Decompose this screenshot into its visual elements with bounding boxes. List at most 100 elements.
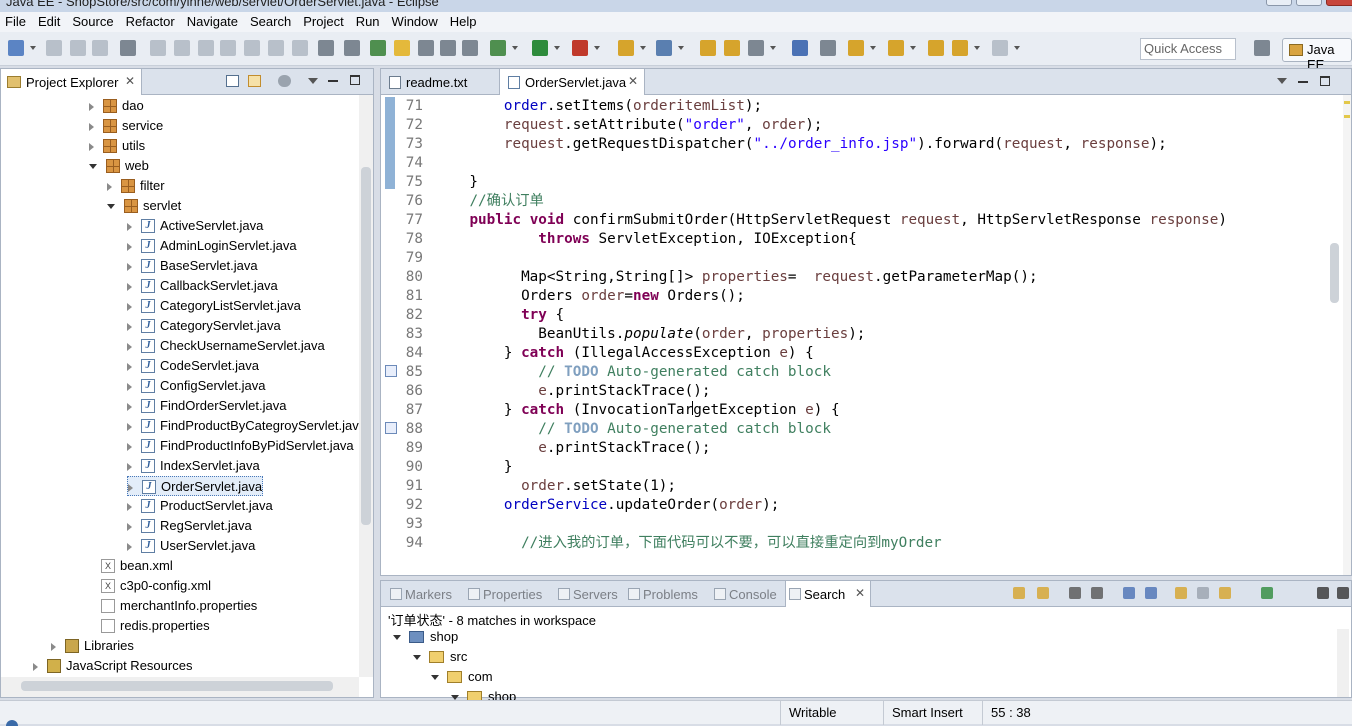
scroll-thumb[interactable] <box>1330 243 1339 303</box>
collapsed-arrow-icon[interactable] <box>127 502 132 511</box>
search-result-item[interactable]: shop <box>393 627 458 647</box>
tab-orderservlet[interactable]: OrderServlet.java ✕ <box>499 69 645 95</box>
tree-item[interactable]: web <box>89 156 149 176</box>
prev-annotation-icon[interactable] <box>888 40 904 56</box>
dropdown-arrow-icon[interactable] <box>770 46 776 50</box>
fast-view-icon[interactable] <box>6 720 18 726</box>
dropdown-arrow-icon[interactable] <box>30 46 36 50</box>
collapse-all-icon[interactable] <box>226 75 239 87</box>
collapse-all-icon[interactable] <box>1145 587 1157 599</box>
forward-icon[interactable] <box>992 40 1008 56</box>
dropdown-arrow-icon[interactable] <box>512 46 518 50</box>
tree-item[interactable]: J ActiveServlet.java <box>127 216 263 236</box>
step-into-icon[interactable] <box>244 40 260 56</box>
tree-item[interactable]: J ConfigServlet.java <box>127 376 266 396</box>
collapsed-arrow-icon[interactable] <box>51 642 56 651</box>
tree-item[interactable]: servlet <box>107 196 181 216</box>
collapsed-arrow-icon[interactable] <box>127 442 132 451</box>
tab-search[interactable]: Search ✕ <box>785 581 871 607</box>
open-type-icon[interactable] <box>370 40 386 56</box>
collapsed-arrow-icon[interactable] <box>89 122 94 131</box>
disconnect-icon[interactable] <box>220 40 236 56</box>
menu-edit[interactable]: Edit <box>33 12 67 31</box>
menu-help[interactable]: Help <box>445 12 484 31</box>
globe-icon[interactable] <box>792 40 808 56</box>
refresh-search-icon[interactable] <box>1175 587 1187 599</box>
show-previous-searches-icon[interactable] <box>1219 587 1231 599</box>
open-resource-icon[interactable] <box>724 40 740 56</box>
run-icon[interactable] <box>532 40 548 56</box>
tab-servers[interactable]: Servers <box>555 581 623 607</box>
previous-match-icon[interactable] <box>1037 587 1049 599</box>
expanded-arrow-icon[interactable] <box>393 635 401 641</box>
horizontal-scrollbar[interactable] <box>1 677 359 697</box>
tree-item[interactable]: JavaScript Resources <box>33 656 192 676</box>
menu-project[interactable]: Project <box>298 12 350 31</box>
menu-window[interactable]: Window <box>387 12 445 31</box>
dropdown-arrow-icon[interactable] <box>554 46 560 50</box>
expanded-arrow-icon[interactable] <box>107 204 115 210</box>
collapsed-arrow-icon[interactable] <box>89 102 94 111</box>
back-icon[interactable] <box>952 40 968 56</box>
tree-item[interactable]: Xbean.xml <box>87 556 173 576</box>
tree-item[interactable]: J UserServlet.java <box>127 536 255 556</box>
tree-item[interactable]: J CodeServlet.java <box>127 356 259 376</box>
expand-all-icon[interactable] <box>1123 587 1135 599</box>
maximize-button[interactable] <box>1296 0 1322 6</box>
tree-item[interactable]: J FindProductByCategroyServlet.java <box>127 416 359 436</box>
editor-vertical-scrollbar[interactable] <box>1327 95 1341 551</box>
tree-item[interactable]: J CategoryServlet.java <box>127 316 281 336</box>
pin-search-view-icon[interactable] <box>1261 587 1273 599</box>
expanded-arrow-icon[interactable] <box>413 655 421 661</box>
view-menu-icon[interactable] <box>1277 78 1287 84</box>
menu-navigate[interactable]: Navigate <box>182 12 245 31</box>
scroll-thumb[interactable] <box>361 167 371 525</box>
vertical-scrollbar[interactable] <box>1337 629 1349 697</box>
maximize-view-icon[interactable] <box>350 75 360 85</box>
tab-problems[interactable]: Problems <box>625 581 709 607</box>
tree-item[interactable]: utils <box>89 136 145 156</box>
save-all-icon[interactable] <box>70 40 86 56</box>
collapsed-arrow-icon[interactable] <box>127 402 132 411</box>
collapsed-arrow-icon[interactable] <box>107 182 112 191</box>
collapsed-arrow-icon[interactable] <box>33 662 38 671</box>
tree-item[interactable]: J CallbackServlet.java <box>127 276 278 296</box>
dropdown-arrow-icon[interactable] <box>910 46 916 50</box>
expanded-arrow-icon[interactable] <box>89 164 97 170</box>
menu-source[interactable]: Source <box>67 12 120 31</box>
overview-warning-mark[interactable] <box>1344 101 1350 104</box>
open-task-icon[interactable] <box>748 40 764 56</box>
toggle-mark-occurrences-icon[interactable] <box>394 40 410 56</box>
tab-readme[interactable]: readme.txt <box>381 69 499 95</box>
tree-item[interactable]: J AdminLoginServlet.java <box>127 236 297 256</box>
save-icon[interactable] <box>46 40 62 56</box>
dropdown-arrow-icon[interactable] <box>678 46 684 50</box>
debug-icon[interactable] <box>490 40 506 56</box>
step-over-icon[interactable] <box>268 40 284 56</box>
collapsed-arrow-icon[interactable] <box>127 362 132 371</box>
minimize-view-icon[interactable] <box>1298 81 1308 83</box>
open-folder-icon[interactable] <box>700 40 716 56</box>
tree-item[interactable]: dao <box>89 96 144 116</box>
show-whitespace-icon[interactable] <box>440 40 456 56</box>
collapsed-arrow-icon[interactable] <box>127 262 132 271</box>
collapsed-arrow-icon[interactable] <box>127 322 132 331</box>
tree-item[interactable]: service <box>89 116 163 136</box>
collapsed-arrow-icon[interactable] <box>127 242 132 251</box>
collapsed-arrow-icon[interactable] <box>128 483 133 492</box>
dropdown-arrow-icon[interactable] <box>1014 46 1020 50</box>
expanded-arrow-icon[interactable] <box>431 675 439 681</box>
close-icon[interactable]: ✕ <box>125 74 135 88</box>
collapsed-arrow-icon[interactable] <box>127 222 132 231</box>
tab-project-explorer[interactable]: Project Explorer ✕ <box>1 69 142 95</box>
last-edit-icon[interactable] <box>928 40 944 56</box>
collapsed-arrow-icon[interactable] <box>127 382 132 391</box>
block-selection-icon[interactable] <box>462 40 478 56</box>
skip-breakpoints-icon[interactable] <box>120 40 136 56</box>
close-icon[interactable]: ✕ <box>628 74 638 88</box>
dropdown-arrow-icon[interactable] <box>640 46 646 50</box>
collapsed-arrow-icon[interactable] <box>127 282 132 291</box>
tree-item[interactable]: redis.properties <box>87 616 210 636</box>
close-window-button[interactable] <box>1326 0 1352 6</box>
link-with-editor-icon[interactable] <box>248 75 261 87</box>
